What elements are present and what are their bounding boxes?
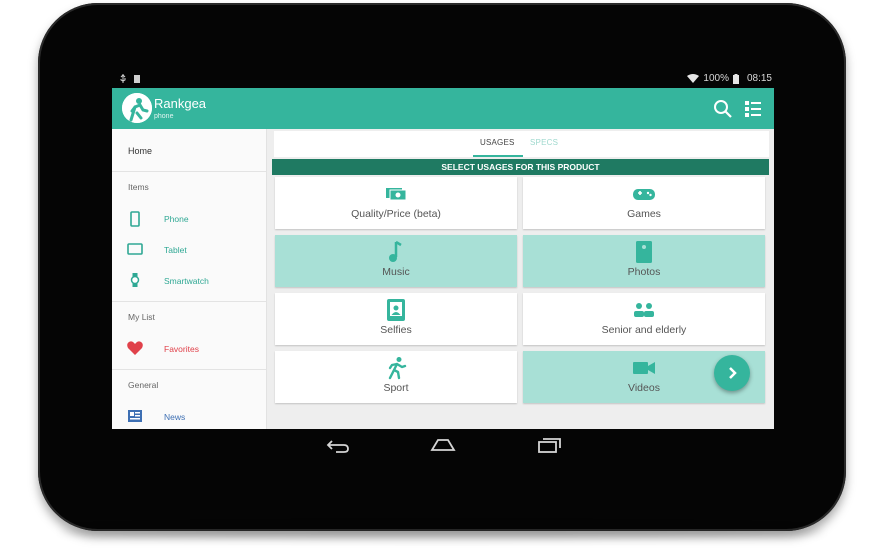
- usage-card-sport[interactable]: Sport: [275, 351, 517, 403]
- sidebar-item-label: Phone: [164, 214, 189, 224]
- running-icon: [388, 357, 407, 380]
- sidebar-item-label: Smartwatch: [164, 276, 209, 286]
- system-nav-bar: [112, 429, 774, 461]
- drawer-divider: [112, 301, 266, 302]
- usage-label: Senior and elderly: [601, 324, 687, 336]
- app-screen: Rankgea phone Home Items Phone Tablet Sm…: [112, 88, 774, 429]
- next-fab-button[interactable]: [714, 355, 750, 391]
- sidebar-item-label: Tablet: [164, 245, 187, 255]
- home-icon[interactable]: [429, 435, 457, 455]
- photo-icon: [636, 241, 652, 263]
- smartwatch-icon: [130, 273, 140, 287]
- clock: 08:15: [746, 73, 772, 84]
- news-icon: [128, 410, 142, 422]
- usage-card-photos[interactable]: Photos: [523, 235, 765, 287]
- back-icon[interactable]: [324, 435, 352, 455]
- usage-card-selfies[interactable]: Selfies: [275, 293, 517, 345]
- drawer-divider: [112, 369, 266, 370]
- usage-card-senior[interactable]: Senior and elderly: [523, 293, 765, 345]
- list-view-icon[interactable]: [742, 98, 764, 120]
- active-tab-indicator: [473, 155, 523, 157]
- drawer-home[interactable]: Home: [128, 146, 282, 156]
- recent-apps-icon[interactable]: [535, 435, 563, 455]
- usage-card-music[interactable]: Music: [275, 235, 517, 287]
- gamepad-icon: [633, 189, 655, 200]
- main-content: USAGES SPECS SELECT USAGES FOR THIS PROD…: [272, 129, 769, 429]
- money-icon: [386, 188, 407, 201]
- app-title: Rankgea: [154, 96, 207, 111]
- music-note-icon: [389, 240, 402, 262]
- navigation-drawer: Home Items Phone Tablet Smartwatch My Li…: [112, 129, 267, 429]
- tab-specs[interactable]: SPECS: [530, 138, 558, 147]
- battery-icon: [732, 73, 739, 84]
- app-subtitle: phone: [154, 113, 174, 120]
- sidebar-item-label: News: [164, 412, 186, 422]
- sidebar-item-label: Favorites: [164, 344, 199, 354]
- device-shadow: [60, 526, 824, 538]
- tablet-icon: [127, 243, 143, 255]
- usage-label: Quality/Price (beta): [351, 208, 441, 220]
- drawer-section-general: General: [128, 380, 159, 390]
- phone-icon: [130, 211, 140, 227]
- storage-icon: [134, 74, 140, 83]
- drawer-section-mylist: My List: [128, 312, 155, 322]
- battery-percent: 100%: [703, 73, 729, 84]
- usage-label: Music: [382, 266, 410, 278]
- drawer-divider: [112, 171, 266, 172]
- app-bar: Rankgea phone: [112, 88, 774, 129]
- tab-bar: USAGES SPECS: [274, 131, 769, 157]
- status-bar: 100% 08:15: [112, 70, 774, 88]
- usage-card-games[interactable]: Games: [523, 177, 765, 229]
- selfie-icon: [387, 299, 405, 321]
- usage-label: Sport: [383, 382, 409, 394]
- section-banner: SELECT USAGES FOR THIS PRODUCT: [272, 159, 769, 175]
- video-camera-icon: [633, 362, 655, 374]
- heart-icon: [127, 341, 143, 355]
- seniors-icon: [634, 303, 654, 317]
- usb-icon: [120, 74, 126, 83]
- wifi-icon: [687, 74, 700, 83]
- chevron-right-icon: [729, 367, 737, 379]
- usage-label: Selfies: [380, 324, 412, 336]
- usage-card-quality-price[interactable]: Quality/Price (beta): [275, 177, 517, 229]
- drawer-section-items: Items: [128, 182, 149, 192]
- usage-label: Photos: [627, 266, 661, 278]
- usage-label: Games: [627, 208, 661, 220]
- tab-usages[interactable]: USAGES: [480, 138, 515, 147]
- search-icon[interactable]: [712, 98, 734, 120]
- app-logo[interactable]: [122, 93, 152, 123]
- rankgea-logo-icon: [122, 93, 152, 123]
